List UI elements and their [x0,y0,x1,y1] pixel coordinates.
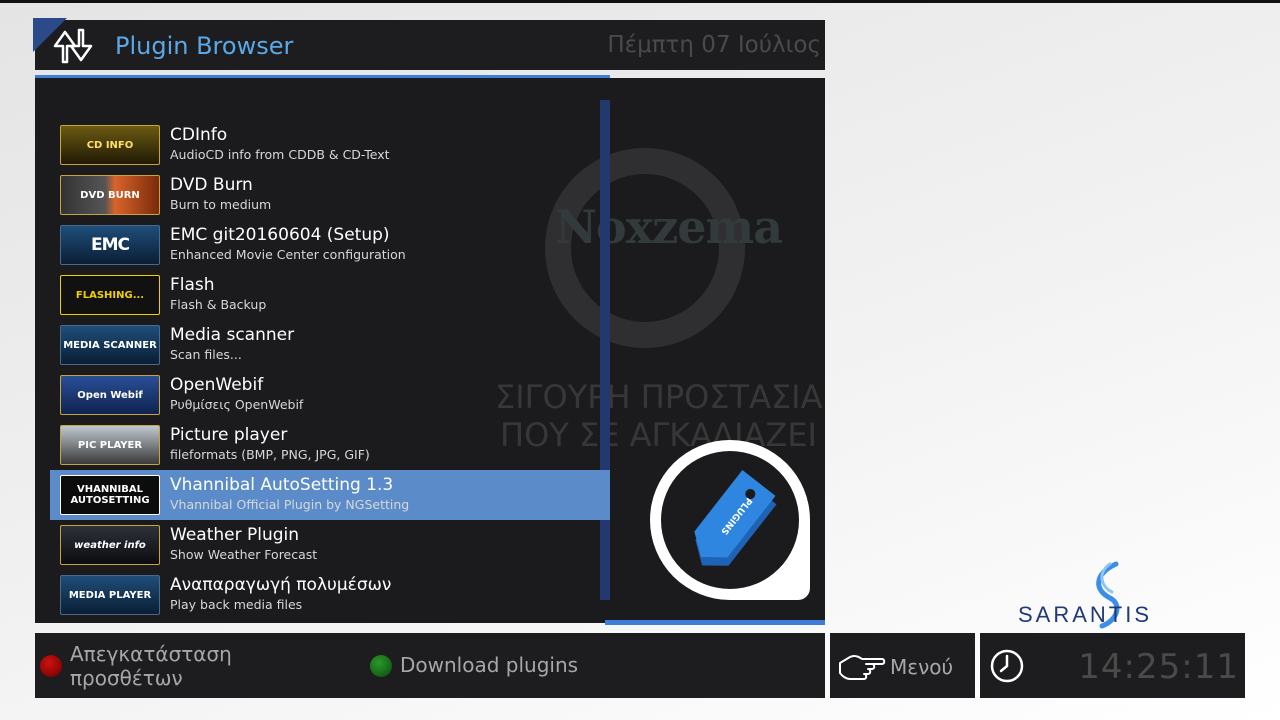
plugin-name: Picture player [170,425,288,445]
plugin-name: Vhannibal AutoSetting 1.3 [170,475,394,495]
red-button-icon[interactable] [40,655,62,677]
plugin-item-media-player[interactable]: MEDIA PLAYER Αναπαραγωγή πολυμέσων Play … [50,570,610,620]
clock-time: 14:25:11 [1078,647,1239,687]
weather-icon: weather info [60,525,160,565]
emc-camera-icon: EMC [60,225,160,265]
plugin-list: CD INFO CDInfo AudioCD info from CDDB & … [50,120,610,620]
header-bar: Plugin Browser Πέμπτη 07 Ιούλιος [33,18,825,70]
menu-label: Μενού [890,655,954,679]
uninstall-plugins-button[interactable]: Απεγκατάσταση προσθέτων [70,642,300,690]
vhannibal-icon: VHANNIBAL AUTOSETTING [60,475,160,515]
plugins-badge: PLUGINS [650,440,810,600]
plugin-name: Weather Plugin [170,525,300,545]
plugin-name: Αναπαραγωγή πολυμέσων [170,575,392,595]
plugin-item-emc[interactable]: EMC EMC git20160604 (Setup) Enhanced Mov… [50,220,610,270]
download-plugins-button[interactable]: Download plugins [400,653,578,677]
plugin-item-cdinfo[interactable]: CD INFO CDInfo AudioCD info from CDDB & … [50,120,610,170]
plugin-description: Burn to medium [170,197,272,212]
header-date: Πέμπτη 07 Ιούλιος [607,32,821,58]
plugins-tag-icon: PLUGINS [694,470,777,566]
button-bar: Απεγκατάσταση προσθέτων Download plugins [35,633,825,698]
plugin-description: Scan files... [170,347,242,362]
plugin-description: Flash & Backup [170,297,267,312]
green-button-icon[interactable] [370,655,392,677]
plugin-description: Play back media files [170,597,303,612]
plugin-description: Ρυθμίσεις OpenWebif [170,397,304,412]
plugin-item-weather[interactable]: weather info Weather Plugin Show Weather… [50,520,610,570]
up-down-arrows-icon [53,28,93,64]
plugin-item-picture-player[interactable]: PIC PLAYER Picture player fileformats (B… [50,420,610,470]
dvd-burn-icon: DVD BURN [60,175,160,215]
plugin-item-openwebif[interactable]: Open Webif OpenWebif Ρυθμίσεις OpenWebif [50,370,610,420]
pointing-hand-icon [839,654,886,680]
plugin-name: Flash [170,275,215,295]
plugin-item-flash[interactable]: FLASHING... Flash Flash & Backup [50,270,610,320]
plugin-item-media-scanner[interactable]: MEDIA SCANNER Media scanner Scan files..… [50,320,610,370]
clock-panel: 14:25:11 [980,633,1245,698]
plugin-description: Show Weather Forecast [170,547,318,562]
flash-icon: FLASHING... [60,275,160,315]
plugin-description: fileformats (BMP, PNG, JPG, GIF) [170,447,370,462]
clock-icon [990,649,1024,683]
plugin-name: OpenWebif [170,375,264,395]
plugin-name: DVD Burn [170,175,253,195]
plugin-name: CDInfo [170,125,228,145]
plugin-description: Vhannibal Official Plugin by NGSetting [170,497,410,512]
picture-player-icon: PIC PLAYER [60,425,160,465]
menu-button[interactable]: Μενού [830,633,975,698]
plugin-name: EMC git20160604 (Setup) [170,225,390,245]
media-player-icon: MEDIA PLAYER [60,575,160,615]
plugin-item-dvd-burn[interactable]: DVD BURN DVD Burn Burn to medium [50,170,610,220]
sponsor-name: SARANTIS [1018,602,1153,627]
plugin-name: Media scanner [170,325,295,345]
page-title: Plugin Browser [115,32,294,60]
badge-inner: PLUGINS [661,451,799,589]
plugin-item-vhannibal[interactable]: VHANNIBAL AUTOSETTING Vhannibal AutoSett… [50,470,610,520]
plugin-description: Enhanced Movie Center configuration [170,247,406,262]
cd-info-icon: CD INFO [60,125,160,165]
plugin-list-panel: Noxzema ΣΙΓΟΥΡΗ ΠΡΟΣΤΑΣΙΑ ΠΟΥ ΣΕ ΑΓΚΑΛΙΑ… [35,78,825,623]
media-scanner-icon: MEDIA SCANNER [60,325,160,365]
top-edge-line [0,0,1280,3]
panel-bottom-accent [605,620,825,625]
plugin-description: AudioCD info from CDDB & CD-Text [170,147,390,162]
openwebif-icon: Open Webif [60,375,160,415]
sponsor-logo: SARANTIS [1010,560,1200,632]
